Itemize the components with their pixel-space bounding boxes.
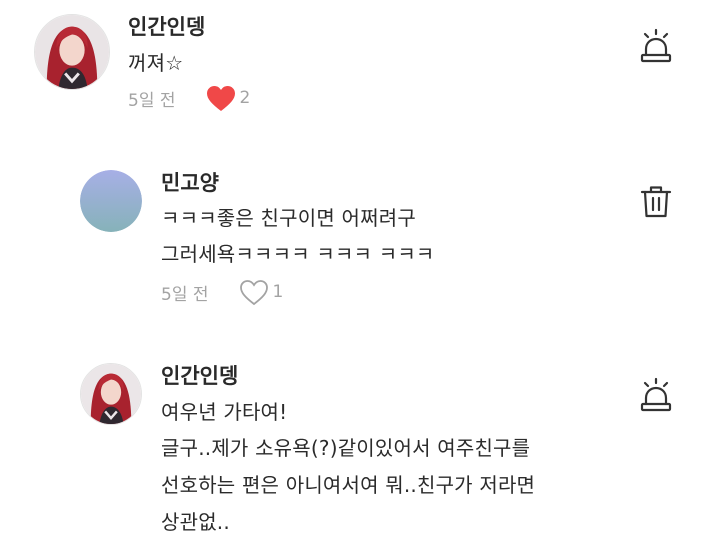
reply-item: 인간인뎅 여우년 가타여! 글구..제가 소유욕(?)같이있어서 여주친구를 선…: [0, 350, 720, 540]
comment-author[interactable]: 인간인뎅: [128, 11, 205, 41]
comment-text-line: 여우년 가타여!: [161, 400, 288, 424]
like-button[interactable]: 1: [239, 279, 284, 306]
report-button[interactable]: [640, 28, 672, 64]
comment-item: 인간인뎅 꺼져☆ 5일 전 2: [0, 0, 720, 130]
comment-author[interactable]: 민고양: [161, 167, 219, 197]
like-count: 2: [239, 88, 251, 108]
comment-meta: 5일 전 1: [161, 278, 283, 306]
siren-icon: [640, 377, 672, 412]
comment-text-line: 글구..제가 소유욕(?)같이있어서 여주친구를: [161, 436, 531, 460]
profile-photo: [81, 364, 141, 424]
comment-timestamp: 5일 전: [128, 90, 176, 111]
profile-photo: [35, 15, 109, 89]
comment-thread: 인간인뎅 꺼져☆ 5일 전 2 민고양 ㅋㅋㅋ좋은 친구이면 어쩌려구 그러세욕…: [0, 0, 720, 540]
comment-text-line: ㅋㅋㅋ좋은 친구이면 어쩌려구: [161, 206, 416, 230]
comment-text-line: 그러세욕ㅋㅋㅋㅋ ㅋㅋㅋ ㅋㅋㅋ: [161, 242, 435, 266]
heart-filled-icon: [206, 85, 235, 111]
comment-timestamp: 5일 전: [161, 284, 209, 305]
avatar[interactable]: [80, 363, 142, 425]
reply-item: 민고양 ㅋㅋㅋ좋은 친구이면 어쩌려구 그러세욕ㅋㅋㅋㅋ ㅋㅋㅋ ㅋㅋㅋ 5일 …: [0, 160, 720, 320]
comment-text-line: 상관없..: [161, 510, 230, 534]
report-button[interactable]: [640, 377, 672, 413]
like-button[interactable]: 2: [206, 85, 251, 112]
comment-text-line: 선호하는 편은 아니여서여 뭐..친구가 저라면: [161, 473, 536, 497]
default-avatar: [80, 170, 142, 232]
trash-icon: [640, 186, 672, 218]
like-count: 1: [272, 282, 284, 302]
delete-button[interactable]: [640, 184, 672, 220]
avatar[interactable]: [34, 14, 110, 90]
comment-author[interactable]: 인간인뎅: [161, 360, 238, 390]
heart-outline-icon: [239, 279, 268, 305]
avatar[interactable]: [80, 170, 142, 232]
comment-meta: 5일 전 2: [128, 84, 250, 112]
siren-icon: [640, 28, 672, 63]
comment-text-line: 꺼져☆: [128, 51, 184, 75]
